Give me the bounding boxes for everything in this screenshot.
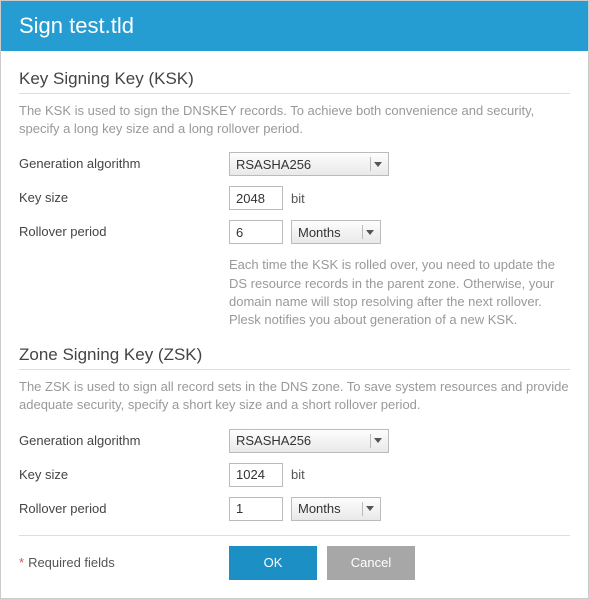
zsk-description: The ZSK is used to sign all record sets … — [19, 378, 570, 414]
zsk-algo-value: RSASHA256 — [236, 433, 311, 448]
ok-button[interactable]: OK — [229, 546, 317, 580]
zsk-size-row: Key size bit — [19, 463, 570, 487]
chevron-down-icon — [370, 434, 384, 448]
ksk-rollover-row: Rollover period Months Each time the KSK… — [19, 220, 570, 329]
required-star-icon: * — [19, 555, 24, 570]
dialog-content: Key Signing Key (KSK) The KSK is used to… — [1, 51, 588, 598]
ksk-rollover-hint: Each time the KSK is rolled over, you ne… — [229, 256, 570, 329]
zsk-rollover-unit-select[interactable]: Months — [291, 497, 381, 521]
dialog-footer: * Required fields OK Cancel — [19, 546, 570, 580]
ksk-heading: Key Signing Key (KSK) — [19, 69, 570, 89]
cancel-button[interactable]: Cancel — [327, 546, 415, 580]
ksk-rollover-input[interactable] — [229, 220, 283, 244]
chevron-down-icon — [362, 225, 376, 239]
ksk-size-unit: bit — [291, 191, 305, 206]
ksk-description: The KSK is used to sign the DNSKEY recor… — [19, 102, 570, 138]
ksk-rollover-unit-value: Months — [298, 225, 341, 240]
zsk-divider — [19, 369, 570, 370]
ksk-divider — [19, 93, 570, 94]
chevron-down-icon — [362, 502, 376, 516]
ksk-size-input[interactable] — [229, 186, 283, 210]
ksk-rollover-label: Rollover period — [19, 220, 229, 239]
zsk-heading: Zone Signing Key (ZSK) — [19, 345, 570, 365]
zsk-size-label: Key size — [19, 463, 229, 482]
ksk-algo-value: RSASHA256 — [236, 157, 311, 172]
zsk-algo-select[interactable]: RSASHA256 — [229, 429, 389, 453]
zsk-size-input[interactable] — [229, 463, 283, 487]
dialog-window: Sign test.tld Key Signing Key (KSK) The … — [0, 0, 589, 599]
required-fields-label: Required fields — [28, 555, 115, 570]
zsk-rollover-unit-value: Months — [298, 501, 341, 516]
ksk-algo-label: Generation algorithm — [19, 152, 229, 171]
ksk-size-label: Key size — [19, 186, 229, 205]
zsk-rollover-input[interactable] — [229, 497, 283, 521]
zsk-rollover-label: Rollover period — [19, 497, 229, 516]
ksk-size-row: Key size bit — [19, 186, 570, 210]
zsk-rollover-row: Rollover period Months — [19, 497, 570, 521]
ksk-rollover-unit-select[interactable]: Months — [291, 220, 381, 244]
footer-divider — [19, 535, 570, 536]
chevron-down-icon — [370, 157, 384, 171]
ksk-algo-select[interactable]: RSASHA256 — [229, 152, 389, 176]
zsk-algo-row: Generation algorithm RSASHA256 — [19, 429, 570, 453]
ksk-algo-row: Generation algorithm RSASHA256 — [19, 152, 570, 176]
dialog-title: Sign test.tld — [1, 1, 588, 51]
zsk-size-unit: bit — [291, 467, 305, 482]
zsk-algo-label: Generation algorithm — [19, 429, 229, 448]
